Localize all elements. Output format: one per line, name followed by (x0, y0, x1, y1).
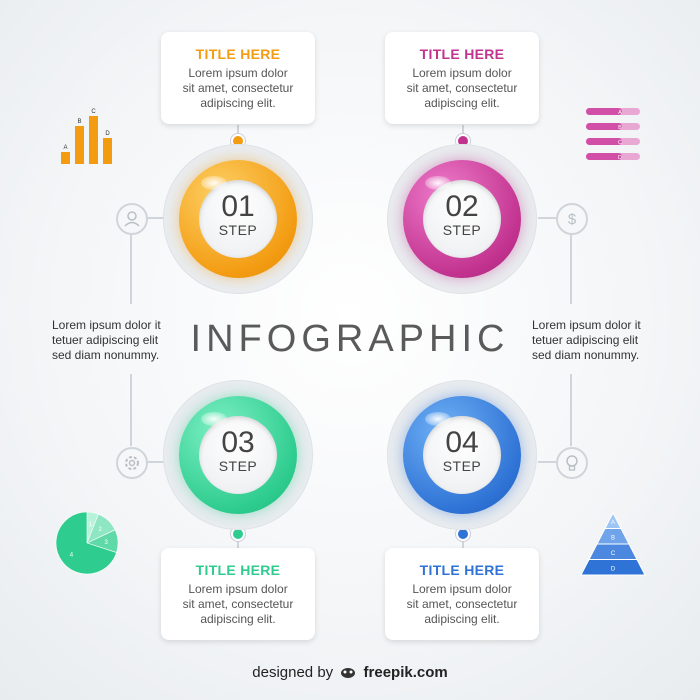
list-label: A (618, 110, 622, 116)
callout-title: TITLE HERE (419, 46, 505, 62)
bar-label: D (105, 131, 110, 137)
connector-h-2 (538, 217, 556, 219)
dollar-icon: $ (556, 203, 588, 235)
bar (89, 116, 98, 164)
step-1-circle: 01 STEP (163, 144, 313, 294)
callout-step-4: TITLE HERE Lorem ipsum dolor sit amet, c… (385, 548, 539, 640)
infographic: TITLE HERE Lorem ipsum dolor sit amet, c… (0, 0, 700, 700)
bar (61, 152, 70, 164)
bar-label: A (63, 145, 67, 151)
step-4-center: 04 STEP (423, 416, 501, 494)
step-number: 02 (445, 190, 479, 223)
connector-h-4 (538, 461, 556, 463)
step-2-ring: 02 STEP (403, 160, 521, 278)
gear-icon (116, 447, 148, 479)
step-label: STEP (442, 222, 482, 238)
lightbulb-icon (556, 447, 588, 479)
callout-title: TITLE HERE (195, 46, 281, 62)
svg-text:$: $ (568, 211, 577, 228)
footer-credit: designed by freepik.com (0, 664, 700, 681)
pyramid-label: A (611, 520, 615, 526)
callout-step-2: TITLE HERE Lorem ipsum dolor sit amet, c… (385, 32, 539, 124)
step-3-ring: 03 STEP (179, 396, 297, 514)
list-bar (586, 138, 622, 145)
step-1-ring: 01 STEP (179, 160, 297, 278)
step-label: STEP (218, 458, 258, 474)
footer-brand: freepik.com (363, 664, 448, 681)
pyramid-label: C (611, 551, 616, 557)
step-2-circle: 02 STEP (387, 144, 537, 294)
callout-step-3: TITLE HERE Lorem ipsum dolor sit amet, c… (161, 548, 315, 640)
step-number: 01 (221, 190, 255, 223)
bar-label: B (77, 119, 81, 125)
shine (425, 176, 451, 190)
step-number: 04 (445, 426, 479, 459)
list-bar (586, 153, 622, 160)
step-number: 03 (221, 426, 255, 459)
connector-right-top (570, 232, 572, 304)
callout-text: Lorem ipsum dolor sit amet, consectetur … (406, 582, 518, 626)
connector-left-top (130, 232, 132, 304)
pyramid-label: B (611, 535, 615, 541)
callout-step-1: TITLE HERE Lorem ipsum dolor sit amet, c… (161, 32, 315, 124)
callout-text: Lorem ipsum dolor sit amet, consectetur … (182, 582, 294, 626)
bar (103, 138, 112, 164)
callout-title: TITLE HERE (419, 562, 505, 578)
step-3-circle: 03 STEP (163, 380, 313, 530)
list-bar (586, 123, 622, 130)
step-2-center: 02 STEP (423, 180, 501, 258)
connector-left-bottom (130, 374, 132, 446)
step-3-center: 03 STEP (199, 416, 277, 494)
step-label: STEP (442, 458, 482, 474)
pyramid-label: D (611, 566, 616, 572)
callout-text: Lorem ipsum dolor sit amet, consectetur … (406, 66, 518, 110)
freepik-logo-icon (341, 668, 356, 678)
list-label: D (618, 155, 622, 161)
list-label: B (618, 125, 622, 131)
step-label: STEP (218, 222, 258, 238)
mini-list-chart: A B C D (586, 108, 640, 161)
shine (201, 412, 227, 426)
mini-pie-chart: 1234 (55, 511, 119, 575)
mini-pyramid-chart: A B C D (580, 511, 646, 576)
infographic-heading: INFOGRAPHIC (190, 318, 510, 360)
shine (425, 412, 451, 426)
callout-text: Lorem ipsum dolor sit amet, consectetur … (182, 66, 294, 110)
connector-right-bottom (570, 374, 572, 446)
footer-prefix: designed by (252, 664, 334, 681)
user-icon (116, 203, 148, 235)
connector-h-1 (146, 217, 164, 219)
bar (75, 126, 84, 164)
bar-label: C (91, 109, 96, 115)
step-4-circle: 04 STEP (387, 380, 537, 530)
step-1-center: 01 STEP (199, 180, 277, 258)
mini-bar-chart: A B C D (61, 109, 112, 164)
shine (201, 176, 227, 190)
list-label: C (618, 140, 622, 146)
step-4-ring: 04 STEP (403, 396, 521, 514)
list-bar (586, 108, 622, 115)
connector-h-3 (146, 461, 164, 463)
callout-title: TITLE HERE (195, 562, 281, 578)
